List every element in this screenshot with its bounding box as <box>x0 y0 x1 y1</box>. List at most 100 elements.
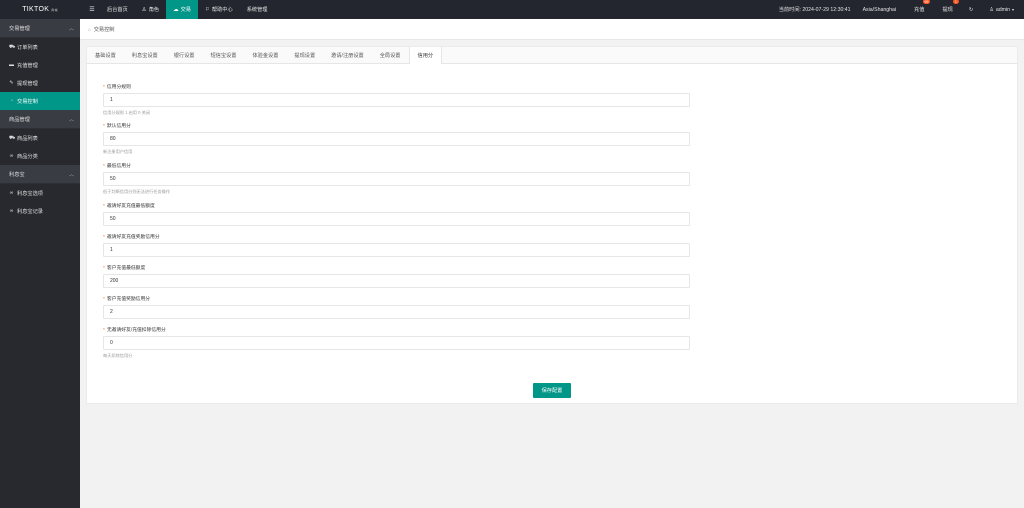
refresh-icon[interactable]: ↻ <box>969 7 973 13</box>
nav-trade[interactable]: ☁ 交易 <box>166 0 198 19</box>
sidebar-item-label: 交易控制 <box>17 98 38 105</box>
cloud-icon: ☁ <box>173 6 179 13</box>
top-nav: ☰ 后台首页 ♙ 角色 ☁ 交易 ⚐ 帮助中心 系统管理 <box>80 0 274 19</box>
tab-interest[interactable]: 利息宝设置 <box>124 47 166 63</box>
sidebar-item-withdraw[interactable]: ✎ 提现管理 <box>0 74 80 92</box>
field-min-credit: * 最低信用分 50 低于判断信用分则无法进行任务操作 <box>103 163 690 195</box>
recharge-badge: 99 <box>922 0 931 4</box>
link-icon: ∞ <box>9 153 14 159</box>
field-customer-min-recharge: * 客户充值最低额度 200 <box>103 265 690 288</box>
menu-toggle-icon[interactable]: ☰ <box>84 0 100 19</box>
user-avatar-icon: ♙ <box>989 6 994 13</box>
link-icon: ∞ <box>9 190 14 196</box>
withdraw-label: 提现 <box>942 7 953 13</box>
sidebar-item-goods-list[interactable]: ⛟ 商品列表 <box>0 129 80 147</box>
nav-roles-label: 角色 <box>148 7 160 13</box>
sidebar-group-interest[interactable]: 利息宝 ︿ <box>0 165 80 184</box>
save-config-button[interactable]: 保存配置 <box>533 383 571 398</box>
sidebar-item-label: 商品列表 <box>17 135 38 142</box>
home-icon[interactable]: ⌂ <box>88 27 91 32</box>
card-icon: ▬ <box>9 62 14 68</box>
sidebar-item-interest-records[interactable]: ∞ 利息宝记录 <box>0 202 80 220</box>
field-credit-rule: * 信用分规则 1 信用分规则 1 启用 0 关闭 <box>103 84 690 116</box>
nav-help[interactable]: ⚐ 帮助中心 <box>198 0 240 19</box>
link-icon: ∞ <box>9 208 14 214</box>
field-label: * 最低信用分 <box>103 164 131 169</box>
nav-help-label: 帮助中心 <box>211 7 233 13</box>
tab-basic[interactable]: 基础设置 <box>87 47 124 63</box>
tab-withdraw[interactable]: 提现设置 <box>286 47 323 63</box>
sidebar-item-label: 提现管理 <box>17 80 38 87</box>
customer-min-recharge-input[interactable]: 200 <box>103 274 690 288</box>
flag-icon: ⚐ <box>204 6 210 13</box>
recharge-link[interactable]: 充值 99 <box>914 0 931 13</box>
sidebar-group-label: 交易管理 <box>9 25 30 32</box>
cart-icon: ⛟ <box>9 43 16 50</box>
field-invite-reward-credit: * 邀请好友充值奖励信用分 1 <box>103 234 690 257</box>
field-default-credit: * 默认信用分 80 新注册用户信用 <box>103 123 690 155</box>
gauge-icon: ◔ <box>9 98 14 104</box>
field-label: * 客户充值奖励信用分 <box>103 297 151 302</box>
min-credit-input[interactable]: 50 <box>103 172 690 186</box>
field-label: * 邀请好友充值最低额度 <box>103 204 155 209</box>
sidebar-item-trade-control[interactable]: ◔ 交易控制 <box>0 92 80 110</box>
nav-system-label: 系统管理 <box>246 7 268 13</box>
wrench-icon: ✎ <box>9 80 14 86</box>
sidebar-item-recharge[interactable]: ▬ 充值管理 <box>0 56 80 74</box>
field-label: * 邀请好友充值奖励信用分 <box>103 235 160 240</box>
customer-reward-credit-input[interactable]: 2 <box>103 305 690 319</box>
no-invite-deduct-input[interactable]: 0 <box>103 336 690 350</box>
nav-home[interactable]: 后台首页 <box>100 0 135 19</box>
settings-tabs: 基础设置 利息宝设置 银行设置 短信宝设置 体验金设置 提现设置 邀请/注册设置… <box>87 47 1017 64</box>
default-credit-input[interactable]: 80 <box>103 132 690 146</box>
chevron-down-icon: ▾ <box>1011 7 1014 12</box>
nav-system[interactable]: 系统管理 <box>240 0 275 19</box>
tab-invite[interactable]: 邀请/注册设置 <box>323 47 372 63</box>
current-time: 当前时间: 2024-07-29 12:30:41 <box>778 7 851 13</box>
sidebar: 交易管理 ︿ ⛟ 订单列表 ▬ 充值管理 ✎ 提现管理 ◔ 交易控制 商品管理 ︿ ⛟ 商品列… <box>0 19 80 508</box>
brand-logo[interactable]: TIKTOK 商城 <box>0 0 80 19</box>
timezone: Asia/Shanghai <box>862 6 897 13</box>
sidebar-item-orders[interactable]: ⛟ 订单列表 <box>0 38 80 56</box>
field-hint: 低于判断信用分则无法进行任务操作 <box>103 189 171 194</box>
nav-trade-label: 交易 <box>180 7 191 13</box>
invite-min-recharge-input[interactable]: 50 <box>103 212 690 226</box>
chevron-up-icon: ︿ <box>68 25 74 32</box>
tab-global[interactable]: 全局设置 <box>372 47 409 63</box>
field-invite-min-recharge: * 邀请好友充值最低额度 50 <box>103 203 690 226</box>
brand-name: TIKTOK <box>22 6 50 13</box>
sidebar-group-trade[interactable]: 交易管理 ︿ <box>0 19 80 38</box>
cart-icon: ⛟ <box>9 134 16 141</box>
user-name: admin <box>995 6 1010 13</box>
nav-home-label: 后台首页 <box>107 7 128 13</box>
tab-trial[interactable]: 体验金设置 <box>244 47 286 63</box>
sidebar-item-goods-category[interactable]: ∞ 商品分类 <box>0 147 80 165</box>
recharge-label: 充值 <box>914 7 925 13</box>
sidebar-group-label: 商品管理 <box>9 116 30 123</box>
sidebar-group-goods[interactable]: 商品管理 ︿ <box>0 110 80 129</box>
tab-credit[interactable]: 信用分 <box>408 47 443 64</box>
sidebar-item-interest-options[interactable]: ∞ 利息宝选项 <box>0 184 80 202</box>
user-icon: ♙ <box>141 6 147 13</box>
nav-roles[interactable]: ♙ 角色 <box>135 0 166 19</box>
withdraw-badge: 1 <box>952 0 959 4</box>
tab-sms[interactable]: 短信宝设置 <box>202 47 244 63</box>
top-bar: TIKTOK 商城 ☰ 后台首页 ♙ 角色 ☁ 交易 ⚐ 帮助中心 系统管理 当前时间:… <box>0 0 1024 19</box>
sidebar-item-label: 充值管理 <box>17 62 38 69</box>
field-hint: 新注册用户信用 <box>103 149 133 154</box>
field-label: * 客户充值最低额度 <box>103 266 146 271</box>
tab-bank[interactable]: 银行设置 <box>166 47 203 63</box>
withdraw-link[interactable]: 提现 1 <box>942 0 959 13</box>
breadcrumb-current: 交易控制 <box>93 26 115 33</box>
top-right-area: 当前时间: 2024-07-29 12:30:41 Asia/Shanghai … <box>773 0 1024 19</box>
brand-sup: 商城 <box>51 7 58 12</box>
user-menu[interactable]: ♙ admin ▾ <box>989 7 1014 13</box>
credit-rule-input[interactable]: 1 <box>103 93 690 107</box>
sidebar-group-label: 利息宝 <box>9 171 25 178</box>
field-customer-reward-credit: * 客户充值奖励信用分 2 <box>103 296 690 319</box>
sidebar-item-label: 商品分类 <box>17 153 38 160</box>
invite-reward-credit-input[interactable]: 1 <box>103 243 690 257</box>
field-label: * 无邀请好友/充值扣除信用分 <box>103 328 166 333</box>
sidebar-item-label: 利息宝选项 <box>17 190 43 197</box>
sidebar-item-label: 订单列表 <box>17 44 38 51</box>
